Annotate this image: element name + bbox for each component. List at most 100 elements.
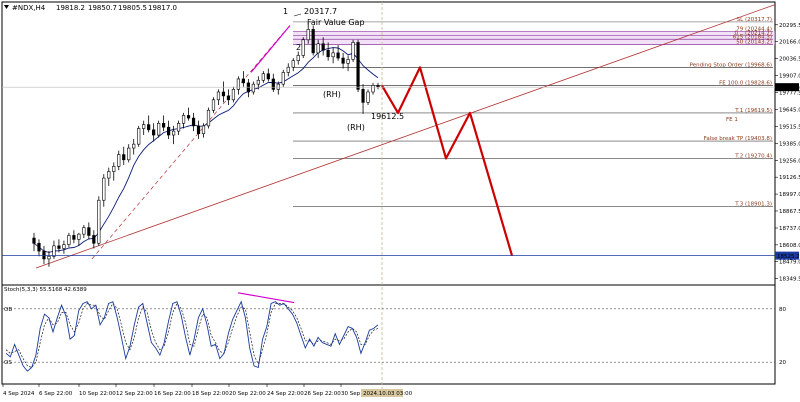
level-label: Pending Stop Order (19968.6) — [690, 62, 772, 68]
candle-body — [271, 78, 275, 90]
y-tick-label: 19645.0 — [779, 108, 800, 114]
candle-body — [42, 250, 46, 260]
candle-body — [171, 130, 176, 136]
candle — [122, 146, 126, 166]
candle — [206, 107, 211, 129]
candle — [176, 120, 181, 136]
candle — [326, 42, 330, 61]
ohlc-high: 19850.7 — [88, 4, 117, 12]
candle — [112, 162, 116, 181]
candle-body — [186, 115, 191, 119]
candle — [261, 71, 265, 83]
wave-2-label: 2 — [296, 43, 301, 52]
y-tick-label: 19256.0 — [779, 158, 800, 164]
candle-body — [132, 143, 136, 149]
candle — [346, 55, 350, 72]
candle — [157, 120, 161, 138]
x-tick-label: 6 Sep 22:00 — [39, 391, 73, 397]
chart-title: #NDX,H4 — [12, 4, 46, 12]
dashed-trendline — [91, 33, 284, 260]
y-tick-label: 20295.5 — [779, 23, 800, 29]
candle-body — [311, 29, 315, 54]
y-axis: 20295.520166.020036.519907.019777.519645… — [2, 23, 800, 283]
stoch-side-label: OB — [4, 307, 12, 313]
candle — [271, 73, 275, 92]
ohlc-low: 19805.5 — [118, 4, 147, 12]
candle-body — [152, 129, 156, 136]
candle — [241, 71, 245, 87]
candle — [107, 167, 111, 186]
candle — [167, 120, 171, 139]
x-tick-label: 26 Sep 22:00 — [304, 391, 341, 397]
candle — [37, 239, 41, 257]
candles — [32, 21, 380, 267]
level-label: T.2 (19270.4) — [734, 153, 772, 159]
candle-body — [92, 235, 96, 244]
y-tick-label: 20036.5 — [779, 57, 800, 63]
ma-line — [33, 47, 379, 253]
candle-body — [157, 122, 161, 136]
candle-body — [236, 78, 241, 90]
rh-label-1: (RH) — [323, 90, 341, 99]
candle — [301, 37, 305, 59]
candle-body — [211, 99, 216, 111]
candle — [147, 115, 151, 133]
ohlc-close: 19817.0 — [148, 4, 177, 12]
x-axis: 4 Sep 2024 6 Sep 22:00 10 Sep 22:00 12 Sep … — [2, 384, 413, 397]
fair-value-gap-zone — [293, 31, 775, 45]
candle-body — [316, 43, 320, 54]
candle — [341, 52, 345, 69]
candle-body — [371, 85, 375, 93]
y-tick-label: 19385.0 — [779, 142, 800, 148]
level-label: T.3 (18901.3) — [734, 202, 772, 208]
candle-body — [196, 125, 201, 135]
candle-body — [191, 117, 196, 127]
candle-body — [32, 237, 36, 244]
level-label: T.1 (19619.5) — [734, 108, 772, 114]
y-tick-label: 18479.0 — [779, 260, 800, 266]
candle — [77, 232, 81, 246]
candle — [62, 240, 66, 254]
x-tick-label: 24 Sep 22:00 — [267, 391, 304, 397]
candle — [236, 76, 241, 95]
candle-body — [221, 91, 226, 97]
candle — [336, 45, 340, 61]
rh-label-2: (RH) — [347, 123, 365, 132]
stoch-level-label: 80 — [779, 307, 786, 313]
candle-body — [72, 235, 76, 240]
candle-body — [117, 154, 121, 167]
candle-body — [231, 89, 236, 101]
candle-body — [87, 227, 91, 236]
stoch-side-label: OS — [4, 360, 12, 366]
symbol-menu-icon[interactable] — [4, 5, 9, 9]
target-price-label: 18525.2 — [777, 254, 800, 260]
candle — [32, 232, 36, 252]
y-tick-label: 18737.0 — [779, 226, 800, 232]
x-tick-label: 18 Sep 22:00 — [192, 391, 229, 397]
candle-body — [241, 78, 245, 84]
level-label: SL (20317.7) — [737, 17, 772, 23]
candle-body — [201, 125, 206, 135]
candle-body — [351, 42, 355, 60]
wave-1-label: 1 — [283, 7, 288, 16]
candle-body — [296, 55, 300, 61]
candle — [216, 89, 221, 106]
candle-body — [77, 233, 81, 240]
candle-body — [47, 256, 51, 260]
candle — [52, 240, 56, 259]
candle — [351, 39, 355, 62]
candle — [291, 58, 295, 72]
candle-body — [181, 115, 186, 124]
candle — [331, 47, 335, 64]
candle — [191, 112, 196, 132]
candle — [171, 125, 176, 145]
candle — [67, 232, 71, 248]
candle-body — [366, 91, 370, 103]
candle-body — [167, 126, 171, 136]
candle-body — [346, 59, 350, 64]
y-tick-label: 18608.0 — [779, 243, 800, 249]
x-tick-label: 10 Sep 22:00 — [79, 391, 116, 397]
candle — [231, 86, 236, 103]
annotation-fvg: Fair Value Gap — [307, 18, 365, 27]
candle-body — [326, 49, 330, 58]
